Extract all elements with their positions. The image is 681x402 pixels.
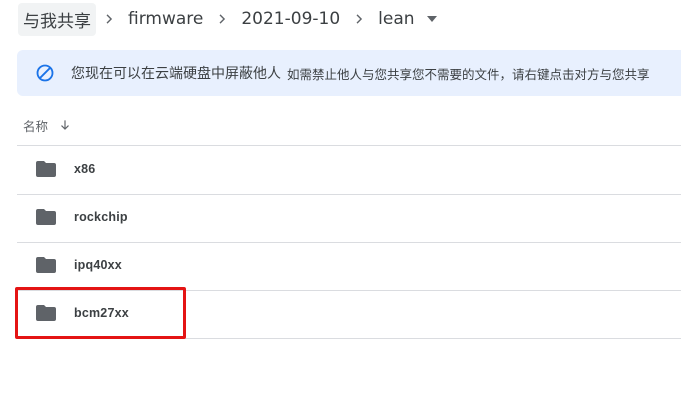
folder-icon — [36, 161, 56, 177]
notice-description: 如需禁止他人与您共享您不需要的文件，请右键点击对方与您共享 — [287, 66, 650, 82]
list-item[interactable]: x86 — [17, 146, 681, 195]
block-users-notice: 您现在可以在云端硬盘中屏蔽他人 如需禁止他人与您共享您不需要的文件，请右键点击对… — [17, 50, 681, 96]
folder-name: x86 — [74, 162, 96, 176]
chevron-right-icon — [96, 12, 122, 26]
chevron-right-icon — [346, 12, 372, 26]
breadcrumb-shared-with-me[interactable]: 与我共享 — [18, 2, 96, 36]
folder-name: ipq40xx — [74, 258, 122, 272]
folder-name: rockchip — [74, 210, 128, 224]
chevron-right-icon — [209, 12, 235, 26]
list-item[interactable]: ipq40xx — [17, 242, 681, 291]
breadcrumb-date-folder[interactable]: 2021-09-10 — [235, 5, 346, 33]
list-item[interactable]: rockchip — [17, 194, 681, 243]
annotation-highlight-box — [15, 287, 186, 339]
folder-icon — [36, 257, 56, 273]
caret-down-icon[interactable] — [421, 16, 443, 22]
breadcrumb-firmware[interactable]: firmware — [122, 5, 209, 33]
breadcrumb: 与我共享 firmware 2021-09-10 lean — [18, 2, 443, 36]
arrow-down-icon[interactable] — [58, 118, 72, 132]
block-icon — [36, 64, 54, 82]
name-column-header[interactable]: 名称 — [23, 114, 72, 136]
name-column-label: 名称 — [23, 118, 49, 134]
notice-title: 您现在可以在云端硬盘中屏蔽他人 — [71, 66, 281, 82]
folder-icon — [36, 209, 56, 225]
breadcrumb-lean[interactable]: lean — [372, 5, 420, 33]
